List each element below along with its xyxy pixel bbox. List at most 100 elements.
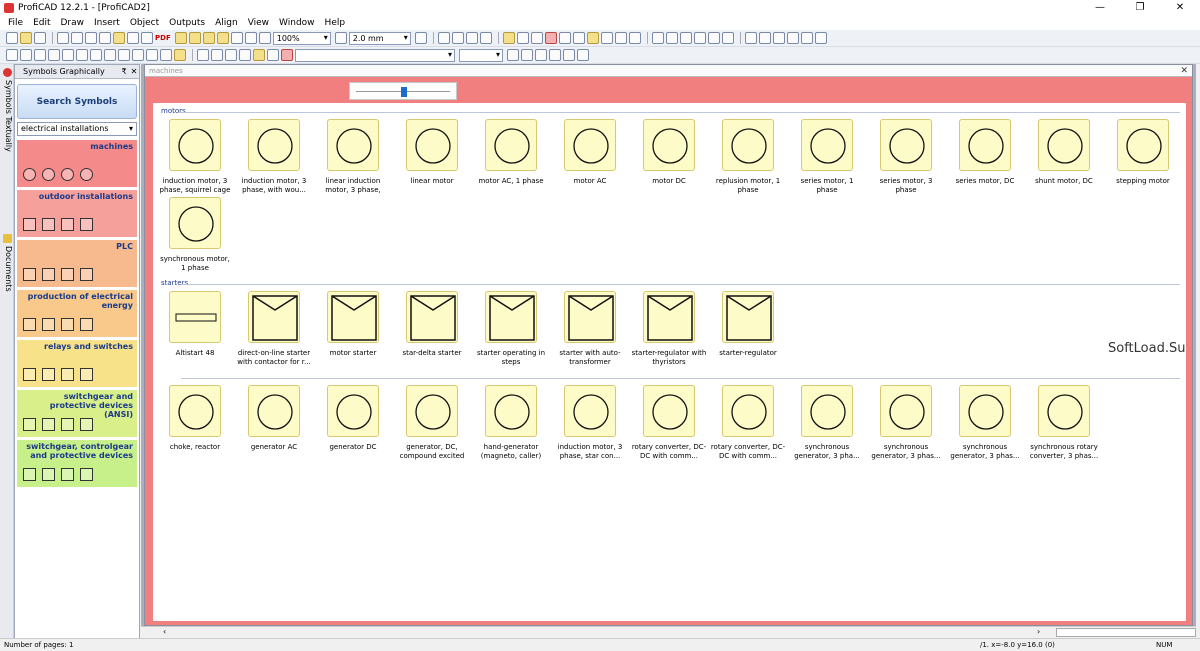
font-size-combo[interactable] — [459, 48, 503, 62]
text-left-icon[interactable] — [549, 49, 561, 61]
tools-icon[interactable] — [465, 32, 478, 44]
tab-symbols-textually[interactable]: Symbols Textually — [1, 66, 13, 226]
category-0[interactable]: machines — [17, 139, 137, 187]
split-icon[interactable] — [451, 32, 464, 44]
same-height-icon[interactable] — [786, 32, 799, 44]
layout-icon[interactable] — [437, 32, 450, 44]
symbol-item[interactable]: motor starter — [315, 291, 391, 367]
paste-icon[interactable] — [113, 32, 125, 44]
symbol-item[interactable]: starter-regulator — [710, 291, 786, 367]
close-button[interactable]: ✕ — [1160, 2, 1200, 13]
category-5[interactable]: switchgear and protective devices (ANSI) — [17, 389, 137, 437]
symbol-item[interactable]: rotary converter, DC-DC with comm... — [710, 385, 786, 461]
curve-icon[interactable] — [48, 49, 60, 61]
symbol-item[interactable]: series motor, 1 phase — [789, 119, 865, 195]
rounded-rect-icon[interactable] — [90, 49, 102, 61]
symbol-item[interactable]: series motor, 3 phase — [868, 119, 944, 195]
pin-icon[interactable]: ₹ — [119, 67, 129, 76]
symbol-item[interactable]: star-delta starter — [394, 291, 470, 367]
symbol-item[interactable]: replusion motor, 1 phase — [710, 119, 786, 195]
symbol-item[interactable]: motor DC — [631, 119, 707, 195]
triangle-tool-icon[interactable] — [202, 32, 215, 44]
menu-draw[interactable]: Draw — [61, 18, 85, 28]
symbol-item[interactable]: induction motor, 3 phase, with wou... — [236, 119, 312, 195]
search-symbols-button[interactable]: Search Symbols — [17, 84, 137, 119]
maximize-button[interactable]: ❐ — [1120, 2, 1160, 13]
library-select[interactable]: electrical installations — [17, 122, 137, 136]
ellipse-icon[interactable] — [104, 49, 116, 61]
symbol-item[interactable]: linear induction motor, 3 phase, movemen… — [315, 119, 391, 195]
symbol-item[interactable]: induction motor, 3 phase, squirrel cage — [157, 119, 233, 195]
symbol-item[interactable]: motor AC — [552, 119, 628, 195]
scroll-left-icon[interactable]: ‹ — [163, 627, 166, 636]
arc-icon[interactable] — [62, 49, 74, 61]
text-icon[interactable] — [197, 49, 209, 61]
callout-icon[interactable] — [253, 49, 265, 61]
stamp-icon[interactable] — [586, 32, 599, 44]
panel-close-icon[interactable]: ✕ — [129, 67, 139, 76]
align-top-icon[interactable] — [693, 32, 706, 44]
symbol-item[interactable]: starter-regulator with thyristors — [631, 291, 707, 367]
align-bottom-icon[interactable] — [721, 32, 734, 44]
menu-view[interactable]: View — [248, 18, 269, 28]
checklist-icon[interactable] — [530, 32, 543, 44]
line-icon[interactable] — [20, 49, 32, 61]
symbol-item[interactable]: induction motor, 3 phase, star con... — [552, 385, 628, 461]
menu-outputs[interactable]: Outputs — [169, 18, 205, 28]
heart-icon[interactable] — [544, 32, 557, 44]
symbol-item[interactable]: shunt motor, DC — [1026, 119, 1102, 195]
grid-size-combo[interactable]: 2.0 mm — [348, 31, 411, 45]
symbol-item[interactable]: hand-generator (magneto, caller) — [473, 385, 549, 461]
distribute-v-icon[interactable] — [758, 32, 771, 44]
category-2[interactable]: PLC — [17, 239, 137, 287]
symbol-item[interactable]: Altistart 48 — [157, 291, 233, 367]
tab-documents[interactable]: Documents — [1, 232, 13, 302]
print-preview-icon[interactable] — [141, 32, 153, 44]
align-right-icon[interactable] — [679, 32, 692, 44]
dropdown-icon[interactable] — [479, 32, 492, 44]
italic-icon[interactable] — [521, 49, 533, 61]
cable-icon[interactable] — [239, 49, 251, 61]
zoom-slider[interactable] — [349, 82, 457, 100]
page-tab-field[interactable] — [1056, 628, 1196, 637]
symbol-item[interactable]: rotary converter, DC-DC with comm... — [631, 385, 707, 461]
category-1[interactable]: outdoor installations — [17, 189, 137, 237]
symbol-item[interactable]: synchronous generator, 3 phas... — [947, 385, 1023, 461]
menu-edit[interactable]: Edit — [33, 18, 50, 28]
underline-icon[interactable] — [535, 49, 547, 61]
align-center-icon[interactable] — [665, 32, 678, 44]
symbol-item[interactable]: choke, reactor — [157, 385, 233, 461]
symbol-item[interactable]: series motor, DC — [947, 119, 1023, 195]
symbol-item[interactable]: synchronous rotary converter, 3 phas... — [1026, 385, 1102, 461]
rectangle-icon[interactable] — [76, 49, 88, 61]
align-middle-icon[interactable] — [707, 32, 720, 44]
cut-icon[interactable] — [85, 32, 97, 44]
binoculars-icon[interactable] — [614, 32, 627, 44]
no-entry-icon[interactable] — [628, 32, 641, 44]
grid-icon[interactable] — [230, 32, 243, 44]
bezier-icon[interactable] — [160, 49, 172, 61]
text-center-icon[interactable] — [563, 49, 575, 61]
text-box-icon[interactable] — [211, 49, 223, 61]
symbol-item[interactable]: synchronous generator, 3 phas... — [868, 385, 944, 461]
distribute-h-icon[interactable] — [744, 32, 757, 44]
open-file-icon[interactable] — [20, 32, 32, 44]
zoom-out-icon[interactable] — [334, 32, 347, 44]
category-3[interactable]: production of electrical energy — [17, 289, 137, 337]
symbol-item[interactable]: synchronous generator, 3 pha... — [789, 385, 865, 461]
same-size-icon[interactable] — [800, 32, 813, 44]
symbol-item[interactable]: starter with auto-transformer — [552, 291, 628, 367]
zoom-in-icon[interactable] — [258, 32, 271, 44]
minimize-button[interactable]: — — [1080, 2, 1120, 13]
snap-icon[interactable] — [414, 32, 427, 44]
folder-icon[interactable] — [502, 32, 515, 44]
symbol-item[interactable]: generator, DC, compound excited — [394, 385, 470, 461]
center-page-icon[interactable] — [814, 32, 827, 44]
wire-icon[interactable] — [225, 49, 237, 61]
save-icon[interactable] — [34, 32, 46, 44]
symbol-item[interactable]: motor AC, 1 phase — [473, 119, 549, 195]
category-6[interactable]: switchgear, controlgear and protective d… — [17, 439, 137, 487]
page-icon[interactable] — [516, 32, 529, 44]
text-right-icon[interactable] — [577, 49, 589, 61]
circle-icon[interactable] — [118, 49, 130, 61]
